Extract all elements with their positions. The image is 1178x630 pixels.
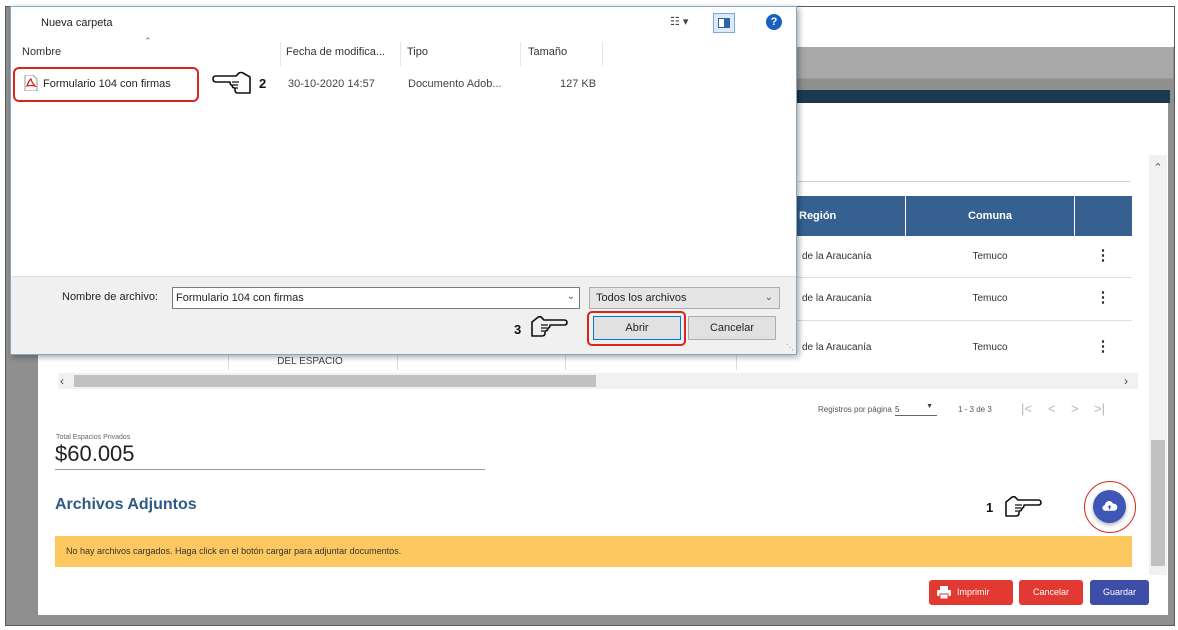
- column-separator: [400, 42, 401, 66]
- partial-column-header: DEL ESPACIO: [277, 356, 343, 367]
- row-menu-icon[interactable]: ⋮: [1095, 339, 1111, 354]
- pointing-hand-icon: [1005, 496, 1042, 517]
- table-header-actions: [1075, 196, 1132, 236]
- caret-down-icon: ▼: [926, 403, 933, 410]
- scroll-up-icon[interactable]: ⌃: [1149, 161, 1167, 174]
- filter-value: Todos los archivos: [596, 292, 687, 304]
- column-separator: [520, 42, 521, 66]
- modal-header-strip: [795, 90, 1170, 103]
- alert-message: No hay archivos cargados. Haga click en …: [66, 546, 402, 556]
- cell-region: de la Araucanía: [802, 342, 872, 353]
- change-view-icon[interactable]: ☷ ▾: [670, 15, 688, 28]
- printer-icon: [937, 586, 951, 599]
- upload-button-circle[interactable]: [1093, 490, 1126, 523]
- column-separator: [602, 42, 603, 66]
- column-size[interactable]: Tamaño: [528, 46, 567, 58]
- print-label: Imprimir: [957, 587, 990, 597]
- column-separator: [280, 42, 281, 66]
- rows-per-page-label: Registros por página: [818, 405, 892, 414]
- cell-region: de la Araucanía: [802, 293, 872, 304]
- column-name[interactable]: Nombre: [22, 46, 61, 58]
- next-page-button[interactable]: >: [1071, 401, 1079, 416]
- row-menu-icon[interactable]: ⋮: [1095, 290, 1111, 305]
- header-label: Región: [799, 210, 837, 222]
- header-label: Comuna: [968, 210, 1012, 222]
- help-icon[interactable]: ?: [766, 14, 782, 30]
- step-1-number: 1: [986, 500, 994, 515]
- column-modified[interactable]: Fecha de modifica...: [286, 46, 385, 58]
- total-label: Total Espacios Privados: [56, 434, 131, 441]
- open-highlight-outline: [587, 311, 686, 346]
- no-files-alert: No hay archivos cargados. Haga click en …: [55, 536, 1132, 567]
- cell-comuna: Temuco: [972, 293, 1008, 304]
- print-button[interactable]: Imprimir: [929, 580, 1013, 605]
- column-type[interactable]: Tipo: [407, 46, 428, 58]
- filename-label: Nombre de archivo:: [62, 291, 158, 303]
- table-header-comuna[interactable]: Comuna: [906, 196, 1074, 236]
- app-top-bar: [795, 7, 1174, 47]
- row-menu-icon[interactable]: ⋮: [1095, 248, 1111, 263]
- row-divider: [797, 277, 1132, 278]
- resize-grip-icon[interactable]: ⋱: [786, 343, 794, 352]
- first-page-button[interactable]: |<: [1021, 401, 1032, 416]
- horizontal-scroll-thumb[interactable]: [74, 375, 596, 387]
- chevron-down-icon: ⌄: [764, 292, 773, 303]
- filename-combobox[interactable]: ⌄: [172, 287, 580, 309]
- section-divider: [798, 181, 1130, 182]
- scroll-right-icon[interactable]: ›: [1124, 374, 1128, 388]
- file-type: Documento Adob...: [408, 78, 502, 90]
- file-type-filter-select[interactable]: Todos los archivos ⌄: [589, 287, 780, 309]
- file-date: 30-10-2020 14:57: [288, 78, 375, 90]
- cloud-upload-icon: [1102, 501, 1118, 511]
- pagination-range: 1 - 3 de 3: [958, 405, 992, 414]
- dialog-cancel-button[interactable]: Cancelar: [688, 316, 776, 340]
- vertical-scroll-thumb[interactable]: [1151, 440, 1165, 566]
- total-value: $60.005: [55, 441, 135, 466]
- save-button[interactable]: Guardar: [1090, 580, 1149, 605]
- scroll-left-icon[interactable]: ‹: [60, 374, 64, 388]
- table-header-region[interactable]: Región: [797, 196, 905, 236]
- cell-region: de la Araucanía: [802, 251, 872, 262]
- new-folder-button[interactable]: Nueva carpeta: [41, 17, 113, 29]
- prev-page-button[interactable]: <: [1048, 401, 1056, 416]
- sort-ascending-icon: ⌃: [144, 36, 152, 46]
- upload-button[interactable]: [1084, 481, 1136, 533]
- filename-input[interactable]: [176, 290, 556, 306]
- pointing-hand-icon: [531, 315, 568, 337]
- chevron-down-icon[interactable]: ⌄: [567, 291, 575, 302]
- step-2-number: 2: [259, 76, 267, 91]
- step-3-number: 3: [514, 322, 522, 337]
- cell-comuna: Temuco: [972, 251, 1008, 262]
- pointing-hand-icon: [212, 71, 251, 94]
- app-header-band: [795, 47, 1173, 79]
- cell-comuna: Temuco: [972, 342, 1008, 353]
- total-underline: [55, 469, 485, 470]
- attachments-title: Archivos Adjuntos: [55, 496, 197, 513]
- preview-pane-icon[interactable]: [713, 13, 735, 33]
- rows-per-page-select[interactable]: 5 ▼: [895, 402, 937, 416]
- last-page-button[interactable]: >|: [1094, 401, 1105, 416]
- rows-per-page-value: 5: [895, 405, 900, 414]
- file-size: 127 KB: [560, 78, 597, 90]
- row-divider: [797, 320, 1132, 321]
- file-highlight-outline: [13, 67, 199, 102]
- cancel-button[interactable]: Cancelar: [1019, 580, 1083, 605]
